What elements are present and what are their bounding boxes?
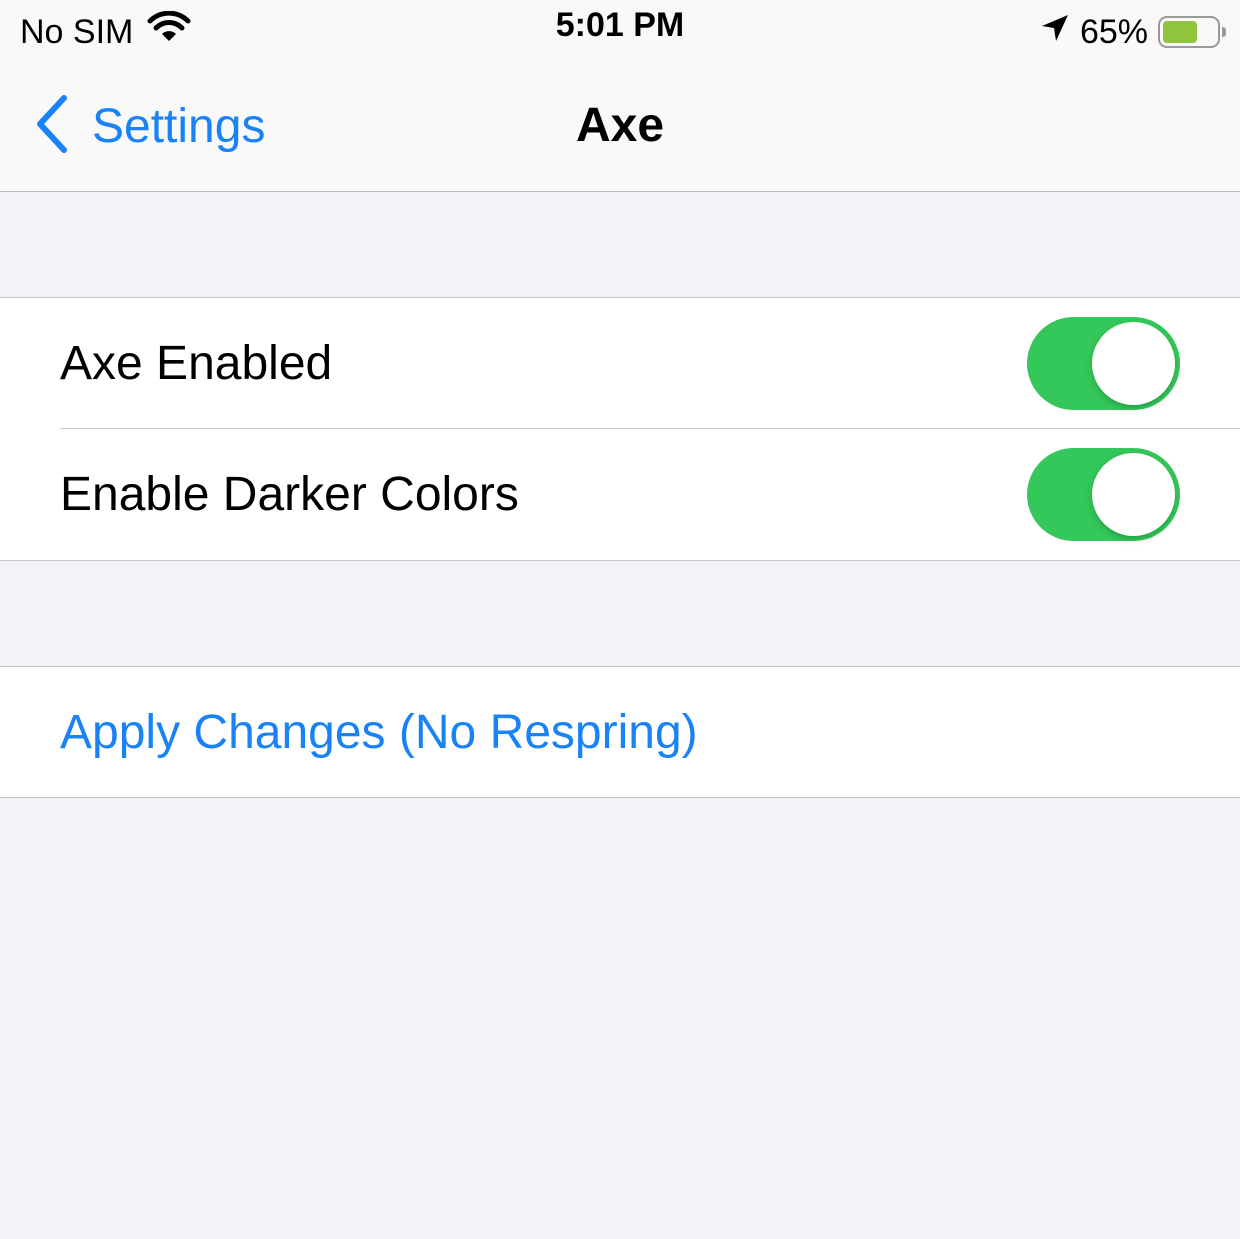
setting-label-enable-darker-colors: Enable Darker Colors: [60, 468, 519, 521]
setting-row-enable-darker-colors: Enable Darker Colors: [0, 429, 1240, 560]
setting-label-axe-enabled: Axe Enabled: [60, 337, 333, 390]
apply-changes-button[interactable]: Apply Changes (No Respring): [60, 705, 698, 760]
axe-enabled-toggle[interactable]: [1027, 317, 1180, 410]
battery-percent: 65%: [1079, 12, 1148, 51]
action-group: Apply Changes (No Respring): [0, 666, 1240, 798]
toggle-knob: [1092, 322, 1175, 405]
location-arrow-icon: [1040, 13, 1070, 52]
battery-level-fill: [1163, 21, 1197, 43]
status-right: 65%: [1040, 12, 1226, 52]
status-bar: No SIM 5:01 PM 65%: [0, 0, 1240, 64]
battery-icon: [1158, 16, 1226, 48]
setting-row-axe-enabled: Axe Enabled: [0, 298, 1240, 429]
navigation-bar: Settings Axe: [0, 64, 1240, 192]
battery-cap: [1222, 27, 1226, 37]
toggle-knob: [1092, 453, 1175, 536]
settings-screen: No SIM 5:01 PM 65% Settings Axe Axe Enab…: [0, 0, 1240, 1239]
enable-darker-colors-toggle[interactable]: [1027, 448, 1180, 541]
toggles-group: Axe Enabled Enable Darker Colors: [0, 297, 1240, 561]
page-title: Axe: [575, 99, 665, 152]
apply-changes-row[interactable]: Apply Changes (No Respring): [0, 667, 1240, 798]
